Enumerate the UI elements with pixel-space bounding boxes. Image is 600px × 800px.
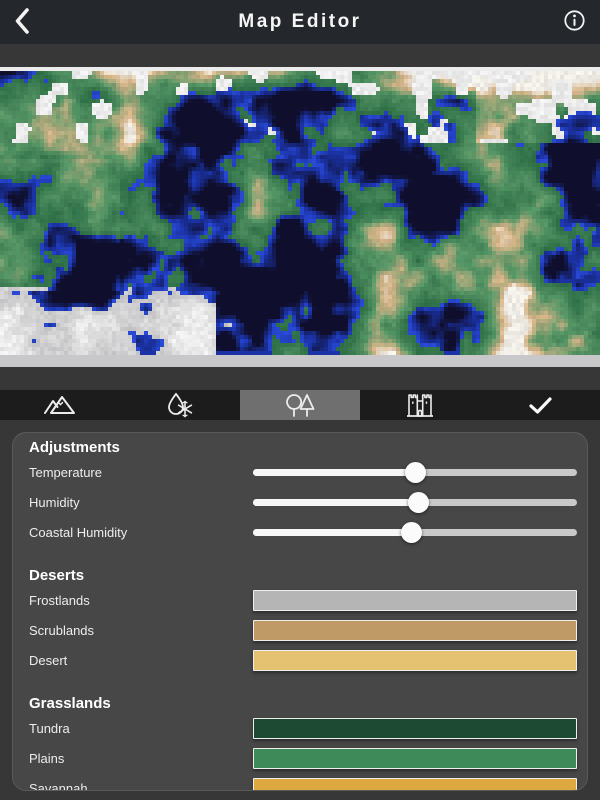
row-label: Savannah bbox=[29, 781, 253, 792]
slider-thumb[interactable] bbox=[401, 522, 422, 543]
back-button[interactable] bbox=[14, 8, 30, 37]
slider-row-temperature: Temperature bbox=[29, 457, 577, 487]
row-label: Temperature bbox=[29, 465, 253, 480]
world-map[interactable] bbox=[0, 67, 600, 367]
navbar: Map Editor bbox=[0, 0, 600, 44]
tab-climate[interactable] bbox=[120, 390, 240, 420]
humidity-slider[interactable] bbox=[253, 492, 577, 513]
info-icon bbox=[563, 9, 586, 35]
biome-row-tundra: Tundra bbox=[29, 713, 577, 743]
desert-swatch[interactable] bbox=[253, 650, 577, 671]
biome-row-frostlands: Frostlands bbox=[29, 585, 577, 615]
section-heading-grasslands: Grasslands bbox=[29, 695, 577, 713]
frostlands-swatch[interactable] bbox=[253, 590, 577, 611]
slider-thumb[interactable] bbox=[408, 492, 429, 513]
biome-row-plains: Plains bbox=[29, 743, 577, 773]
savannah-swatch[interactable] bbox=[253, 778, 577, 792]
page-title: Map Editor bbox=[0, 11, 600, 33]
biome-row-scrublands: Scrublands bbox=[29, 615, 577, 645]
row-label: Coastal Humidity bbox=[29, 525, 253, 540]
slider-thumb[interactable] bbox=[405, 462, 426, 483]
slider-row-humidity: Humidity bbox=[29, 487, 577, 517]
trees-icon bbox=[284, 392, 316, 418]
back-chevron-icon bbox=[14, 8, 30, 37]
tab-biomes[interactable] bbox=[240, 390, 360, 420]
map-area bbox=[0, 67, 600, 367]
row-label: Plains bbox=[29, 751, 253, 766]
row-label: Desert bbox=[29, 653, 253, 668]
temperature-slider[interactable] bbox=[253, 462, 577, 483]
row-label: Tundra bbox=[29, 721, 253, 736]
slider-row-coastal-humidity: Coastal Humidity bbox=[29, 517, 577, 547]
mountains-icon bbox=[43, 394, 77, 416]
plains-swatch[interactable] bbox=[253, 748, 577, 769]
check-icon bbox=[528, 396, 553, 415]
section-heading-adjustments: Adjustments bbox=[29, 439, 577, 457]
tab-structures[interactable] bbox=[360, 390, 480, 420]
biome-row-desert: Desert bbox=[29, 645, 577, 675]
biome-row-savannah: Savannah bbox=[29, 773, 577, 791]
scrublands-swatch[interactable] bbox=[253, 620, 577, 641]
editor-toolbar bbox=[0, 390, 600, 420]
row-label: Humidity bbox=[29, 495, 253, 510]
drop-snowflake-icon bbox=[165, 392, 195, 419]
info-button[interactable] bbox=[563, 9, 586, 35]
row-label: Scrublands bbox=[29, 623, 253, 638]
coastal-humidity-slider[interactable] bbox=[253, 522, 577, 543]
castle-icon bbox=[405, 392, 435, 418]
tab-terrain[interactable] bbox=[0, 390, 120, 420]
tab-confirm[interactable] bbox=[480, 390, 600, 420]
biome-panel: Adjustments Temperature Humidity Coastal Hu… bbox=[12, 432, 588, 791]
tundra-swatch[interactable] bbox=[253, 718, 577, 739]
section-heading-deserts: Deserts bbox=[29, 567, 577, 585]
row-label: Frostlands bbox=[29, 593, 253, 608]
